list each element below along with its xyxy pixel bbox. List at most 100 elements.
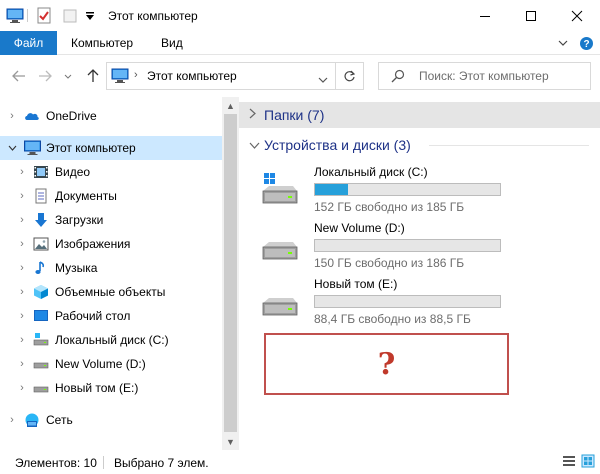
drive-icon [33,356,49,372]
nav-item-3d-objects[interactable]: › Объемные объекты [0,280,222,304]
expand-chevron-icon[interactable]: › [16,256,28,280]
selected-count: Выбрано 7 элем. [114,456,209,470]
nav-item-label: New Volume (D:) [55,357,146,371]
qat-dropdown-icon[interactable] [84,10,96,27]
expand-chevron-icon[interactable]: › [16,328,28,352]
forward-button[interactable] [36,67,54,85]
nav-item-this-pc[interactable]: Этот компьютер [0,136,222,160]
drive-tile-c[interactable]: Локальный диск (C:) 152 ГБ свободно из 1… [259,165,519,217]
expand-chevron-icon[interactable]: › [16,208,28,232]
address-bar[interactable]: › Этот компьютер [106,62,336,90]
network-icon [24,412,40,428]
chevron-down-icon [64,74,72,79]
expand-chevron-icon[interactable]: › [16,280,28,304]
computer-icon [24,140,41,156]
documents-icon [33,188,49,204]
expand-chevron-icon[interactable]: › [6,408,18,432]
group-label: Устройства и диски (3) [264,137,411,153]
drive-tile-e[interactable]: Новый том (E:) 88,4 ГБ свободно из 88,5 … [259,277,519,329]
expand-chevron-icon[interactable]: › [16,232,28,256]
properties-icon[interactable] [36,7,52,24]
drive-usage-bar [314,295,501,308]
large-icons-view-icon[interactable] [581,454,595,468]
nav-scrollbar[interactable]: ▲ ▼ [222,97,239,450]
refresh-button[interactable] [336,62,364,90]
breadcrumb[interactable]: Этот компьютер [147,69,237,83]
expand-chevron-icon[interactable]: › [16,352,28,376]
chevron-right-icon [249,108,256,122]
search-placeholder: Поиск: Этот компьютер [419,69,549,83]
nav-item-label: Документы [55,189,117,203]
chevron-down-icon [249,138,260,152]
close-button[interactable] [554,0,600,31]
drive-usage-bar [314,239,501,252]
collapse-chevron-icon[interactable] [6,136,18,160]
new-folder-icon[interactable] [62,7,78,24]
cloud-icon [24,108,40,124]
arrow-left-icon [12,70,25,82]
tab-computer[interactable]: Компьютер [71,31,133,55]
recent-locations-button[interactable] [62,67,74,85]
details-view-icon[interactable] [562,454,576,468]
address-row: › Этот компьютер Поиск: Этот компьютер [0,55,600,97]
tab-file[interactable]: Файл [0,31,57,55]
address-dropdown-icon[interactable] [318,72,328,86]
drive-icon [33,380,49,396]
drive-tile-d[interactable]: New Volume (D:) 150 ГБ свободно из 186 Г… [259,221,519,273]
search-input[interactable]: Поиск: Этот компьютер [378,62,591,90]
expand-chevron-icon[interactable]: › [6,104,18,128]
nav-item-label: Видео [55,165,91,179]
pictures-icon [33,236,49,252]
nav-item-pictures[interactable]: › Изображения [0,232,222,256]
nav-item-label: Объемные объекты [55,285,166,299]
expand-chevron-icon[interactable]: › [16,160,28,184]
nav-item-desktop[interactable]: › Рабочий стол [0,304,222,328]
drive-name: New Volume (D:) [314,221,405,235]
title-bar: Этот компьютер [0,0,600,31]
chevron-down-icon [558,40,568,46]
computer-icon[interactable] [6,7,24,24]
scroll-thumb[interactable] [224,114,237,432]
drive-name: Новый том (E:) [314,277,398,291]
nav-item-drive-d[interactable]: › New Volume (D:) [0,352,222,376]
nav-item-downloads[interactable]: › Загрузки [0,208,222,232]
status-separator [103,456,104,469]
help-button[interactable]: ? [578,35,594,51]
question-mark: ? [377,346,396,382]
tab-view[interactable]: Вид [161,31,183,55]
nav-item-label: Сеть [46,413,73,427]
expand-chevron-icon[interactable]: › [16,304,28,328]
expand-chevron-icon[interactable]: › [16,376,28,400]
back-button[interactable] [10,67,28,85]
expand-chevron-icon[interactable]: › [16,184,28,208]
breadcrumb-chevron-icon[interactable]: › [134,69,138,81]
drive-free-space: 88,4 ГБ свободно из 88,5 ГБ [314,312,471,326]
scroll-up-arrow-icon[interactable]: ▲ [222,97,239,114]
nav-item-onedrive[interactable]: › OneDrive [0,104,222,128]
nav-item-drive-e[interactable]: › Новый том (E:) [0,376,222,400]
minimize-button[interactable] [462,0,508,31]
nav-item-videos[interactable]: › Видео [0,160,222,184]
nav-item-label: Новый том (E:) [55,381,139,395]
svg-text:?: ? [583,39,589,50]
maximize-button[interactable] [508,0,554,31]
nav-item-network[interactable]: › Сеть [0,408,222,432]
3d-objects-icon [33,284,49,300]
nav-item-label: Загрузки [55,213,104,227]
item-count: Элементов: 10 [15,456,97,470]
scroll-down-arrow-icon[interactable]: ▼ [222,433,239,450]
group-header-folders[interactable]: Папки (7) [239,102,600,128]
nav-item-drive-c[interactable]: › Локальный диск (C:) [0,328,222,352]
music-icon [33,260,49,276]
arrow-up-icon [87,69,99,82]
minimize-icon [480,15,490,17]
ribbon-expand-button[interactable] [557,35,569,51]
search-icon [391,69,405,86]
drive-usage-fill [315,184,349,195]
refresh-icon [344,70,356,81]
navigation-pane: › OneDrive Этот компьютер › Видео › Доку… [0,97,238,450]
nav-item-documents[interactable]: › Документы [0,184,222,208]
up-button[interactable] [84,67,102,85]
nav-item-music[interactable]: › Музыка [0,256,222,280]
drive-icon [259,229,299,263]
